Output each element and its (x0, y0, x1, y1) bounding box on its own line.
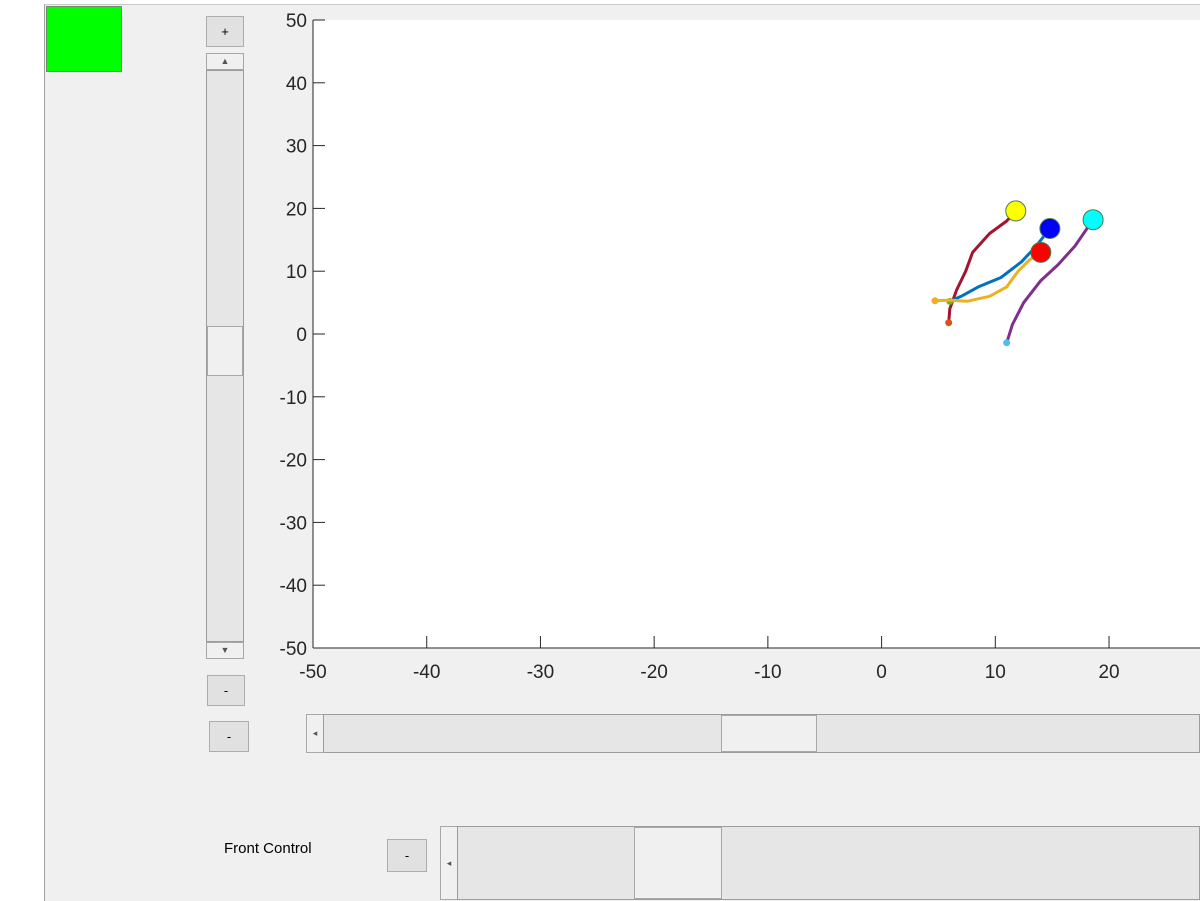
y-tick-label: -20 (280, 451, 307, 472)
y-tick-label: -40 (280, 576, 307, 597)
x-tick-label: 0 (876, 662, 887, 683)
y-tick-label: 20 (286, 199, 307, 220)
trajectory-start-point-4 (1003, 339, 1011, 347)
y-tick-label: 30 (286, 137, 307, 158)
x-tick-label: -30 (527, 662, 554, 683)
agent-marker-4 (1082, 209, 1104, 231)
x-tick-label: 20 (1098, 662, 1119, 683)
trajectory-start-point-1 (945, 319, 953, 327)
y-tick-label: 40 (286, 74, 307, 95)
y-tick-label: 10 (286, 262, 307, 283)
x-tick-label: -20 (640, 662, 667, 683)
agent-marker-2 (1039, 217, 1061, 239)
trajectory-start-point-3 (931, 297, 939, 305)
y-tick-label: -30 (280, 513, 307, 534)
agent-marker-1 (1005, 200, 1027, 222)
x-tick-label: 10 (985, 662, 1006, 683)
agent-marker-3 (1030, 241, 1052, 263)
plot-area (313, 20, 1200, 648)
x-tick-label: -40 (413, 662, 440, 683)
y-tick-label: 0 (296, 325, 307, 346)
y-tick-label: -50 (280, 639, 307, 660)
trajectory-plot: 50 40 30 20 10 0 -10 -20 -30 -40 -50-50 -40 -30 -20 -1… (280, 11, 1200, 683)
y-tick-label: -10 (280, 388, 307, 409)
y-tick-label: 50 (286, 11, 307, 32)
x-tick-label: -50 (299, 662, 326, 683)
x-tick-label: -10 (754, 662, 781, 683)
